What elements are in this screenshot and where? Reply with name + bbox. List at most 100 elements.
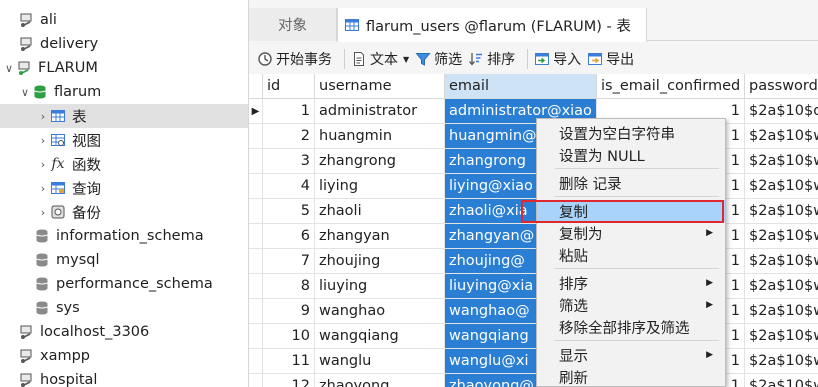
cell-username[interactable]: zhangrong xyxy=(315,149,445,174)
cell-password[interactable]: $2a$10$w xyxy=(745,324,818,349)
cell-id[interactable]: 8 xyxy=(263,274,315,299)
import-button[interactable]: 导入 xyxy=(534,49,581,69)
cell-username[interactable]: wangqiang xyxy=(315,324,445,349)
tree-item-delivery[interactable]: delivery xyxy=(0,32,248,56)
row-selector[interactable] xyxy=(249,124,263,149)
cell-id[interactable]: 6 xyxy=(263,224,315,249)
cell-username[interactable]: wanglu xyxy=(315,349,445,374)
tree-item-performance-schema[interactable]: performance_schema xyxy=(0,272,248,296)
row-selector[interactable] xyxy=(249,224,263,249)
menu-item-paste[interactable]: 粘贴 xyxy=(537,244,725,266)
tree-item-flarum-connection[interactable]: ∨ FLARUM xyxy=(0,56,248,80)
cell-id[interactable]: 5 xyxy=(263,199,315,224)
cell-id[interactable]: 10 xyxy=(263,324,315,349)
tree-item-ali[interactable]: ali xyxy=(0,8,248,32)
cell-password[interactable]: $2a$10$w xyxy=(745,274,818,299)
tree-item-queries[interactable]: › 查询 xyxy=(0,176,248,200)
tree-item-functions[interactable]: › fx 函数 xyxy=(0,152,248,176)
tree-item-hospital[interactable]: hospital xyxy=(0,368,248,387)
tree-item-xampp[interactable]: xampp xyxy=(0,344,248,368)
tree-item-label: mysql xyxy=(56,252,100,268)
cell-username[interactable]: zhangyan xyxy=(315,224,445,249)
cell-id[interactable]: 3 xyxy=(263,149,315,174)
begin-transaction-button[interactable]: 开始事务 xyxy=(257,49,332,69)
menu-item-delete-record[interactable]: 删除 记录 xyxy=(537,172,725,194)
tab-label: flarum_users @flarum (FLARUM) - 表 xyxy=(366,18,631,35)
cell-username[interactable]: huangmin xyxy=(315,124,445,149)
cell-id[interactable]: 7 xyxy=(263,249,315,274)
menu-item-display[interactable]: 显示 ▶ xyxy=(537,344,725,366)
column-header-email[interactable]: email xyxy=(445,74,597,99)
cell-password[interactable]: $2a$10$w xyxy=(745,174,818,199)
sort-button[interactable]: 排序 xyxy=(468,49,515,69)
chevron-down-icon[interactable]: ∨ xyxy=(2,61,16,75)
cell-id[interactable]: 12 xyxy=(263,374,315,387)
tree-item-tables[interactable]: › 表 xyxy=(0,104,248,128)
row-selector[interactable] xyxy=(249,174,263,199)
cell-id[interactable]: 11 xyxy=(263,349,315,374)
chevron-down-icon[interactable]: ∨ xyxy=(18,85,32,99)
tree-item-information-schema[interactable]: information_schema xyxy=(0,224,248,248)
cell-password[interactable]: $2a$10$w xyxy=(745,349,818,374)
text-button[interactable]: 文本 ▼ xyxy=(351,49,409,69)
column-header-is-email-confirmed[interactable]: is_email_confirmed xyxy=(597,74,745,99)
chevron-right-icon[interactable]: › xyxy=(36,181,50,195)
database-icon xyxy=(32,84,48,100)
chevron-right-icon[interactable]: › xyxy=(36,205,50,219)
cell-username[interactable]: liuying xyxy=(315,274,445,299)
row-selector[interactable] xyxy=(249,199,263,224)
cell-username[interactable]: wanghao xyxy=(315,299,445,324)
row-selector[interactable] xyxy=(249,349,263,374)
current-row-indicator-icon[interactable]: ▶ xyxy=(249,99,263,124)
tree-item-mysql[interactable]: mysql xyxy=(0,248,248,272)
cell-password[interactable]: $2a$10$d xyxy=(745,99,818,124)
tab-objects[interactable]: 对象 xyxy=(249,8,337,41)
menu-item-filter[interactable]: 筛选 ▶ xyxy=(537,294,725,316)
menu-item-set-null[interactable]: 设置为 NULL xyxy=(537,144,725,166)
cell-username[interactable]: zhoujing xyxy=(315,249,445,274)
cell-password[interactable]: $2a$10$w xyxy=(745,249,818,274)
cell-username[interactable]: zhaoli xyxy=(315,199,445,224)
menu-item-sort[interactable]: 排序 ▶ xyxy=(537,272,725,294)
chevron-right-icon[interactable]: › xyxy=(36,133,50,147)
row-selector[interactable] xyxy=(249,249,263,274)
row-selector[interactable] xyxy=(249,149,263,174)
row-selector[interactable] xyxy=(249,374,263,387)
column-header-username[interactable]: username xyxy=(315,74,445,99)
cell-password[interactable]: $2a$10$w xyxy=(745,224,818,249)
cell-username[interactable]: liying xyxy=(315,174,445,199)
row-selector[interactable] xyxy=(249,274,263,299)
menu-item-set-empty-string[interactable]: 设置为空白字符串 xyxy=(537,122,725,144)
cell-id[interactable]: 2 xyxy=(263,124,315,149)
tab-flarum-users[interactable]: flarum_users @flarum (FLARUM) - 表 xyxy=(337,8,647,42)
cell-password[interactable]: $2a$10$w xyxy=(745,299,818,324)
tree-item-sys[interactable]: sys xyxy=(0,296,248,320)
tree-item-views[interactable]: › 视图 xyxy=(0,128,248,152)
menu-item-refresh[interactable]: 刷新 xyxy=(537,366,725,387)
cell-username[interactable]: zhaoyong xyxy=(315,374,445,387)
export-button[interactable]: 导出 xyxy=(587,49,634,69)
chevron-right-icon[interactable]: › xyxy=(36,109,50,123)
row-selector[interactable] xyxy=(249,299,263,324)
tree-item-localhost-3306[interactable]: localhost_3306 xyxy=(0,320,248,344)
cell-id[interactable]: 4 xyxy=(263,174,315,199)
row-selector[interactable] xyxy=(249,324,263,349)
tree-item-label: localhost_3306 xyxy=(40,324,150,340)
column-header-password[interactable]: password xyxy=(745,74,818,99)
backup-icon xyxy=(50,204,66,220)
cell-password[interactable]: $2a$10$w xyxy=(745,124,818,149)
cell-password[interactable]: $2a$10$w xyxy=(745,199,818,224)
menu-item-copy-as[interactable]: 复制为 ▶ xyxy=(537,222,725,244)
column-header-id[interactable]: id xyxy=(263,74,315,99)
cell-password[interactable]: $2a$10$w xyxy=(745,374,818,387)
cell-username[interactable]: administrator xyxy=(315,99,445,124)
menu-item-remove-all-sort-filter[interactable]: 移除全部排序及筛选 xyxy=(537,316,725,338)
cell-id[interactable]: 1 xyxy=(263,99,315,124)
tree-item-flarum-db[interactable]: ∨ flarum xyxy=(0,80,248,104)
button-label: 导入 xyxy=(553,52,582,68)
filter-button[interactable]: 筛选 xyxy=(415,49,462,69)
cell-id[interactable]: 9 xyxy=(263,299,315,324)
tree-item-backups[interactable]: › 备份 xyxy=(0,200,248,224)
chevron-right-icon[interactable]: › xyxy=(36,157,50,171)
cell-password[interactable]: $2a$10$w xyxy=(745,149,818,174)
